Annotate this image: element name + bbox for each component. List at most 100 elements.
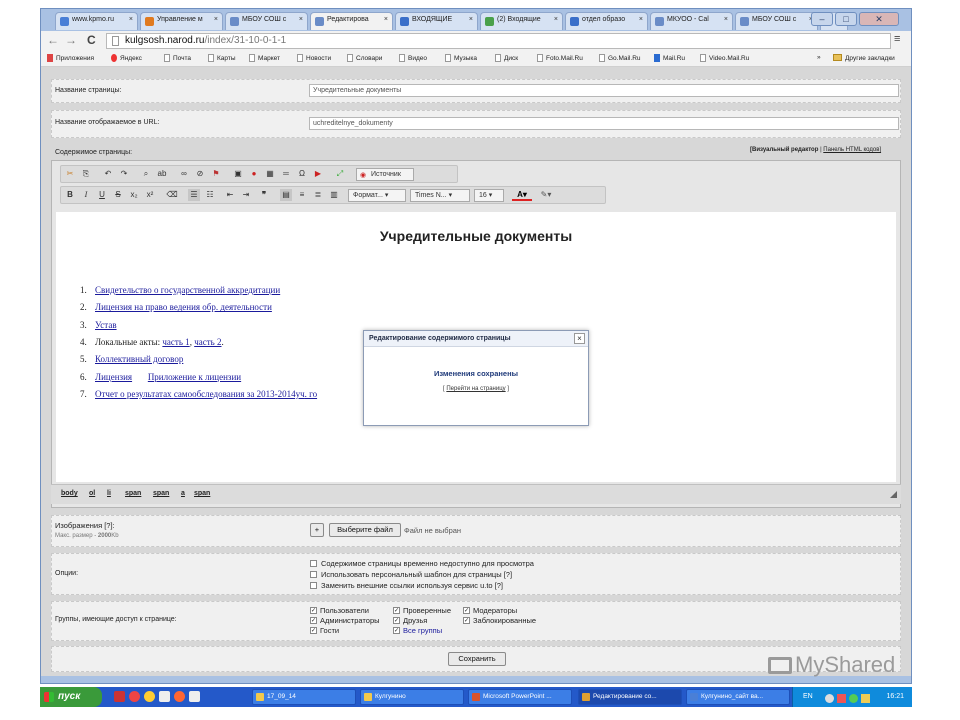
cut-icon[interactable]: ✂ xyxy=(64,168,76,180)
document-link[interactable]: Лицензия на право ведения обр. деятельно… xyxy=(95,302,272,312)
option-checkbox[interactable] xyxy=(310,560,317,567)
url-input[interactable]: uchreditelnye_dokumenty xyxy=(309,117,899,130)
close-tab-icon[interactable]: × xyxy=(469,16,473,23)
align-justify-icon[interactable]: ▥ xyxy=(328,189,340,201)
undo-icon[interactable]: ↶ xyxy=(102,168,114,180)
group-checkbox[interactable]: ✓ xyxy=(463,617,470,624)
close-icon[interactable]: × xyxy=(574,333,585,344)
font-select[interactable]: Times N... ▾ xyxy=(410,189,470,202)
app-icon[interactable] xyxy=(114,691,125,702)
visual-editor-link[interactable]: [Визуальный редактор xyxy=(750,147,818,153)
group-checkbox[interactable]: ✓ xyxy=(393,617,400,624)
bookmark-item[interactable]: Mail.Ru xyxy=(654,54,685,62)
document-link[interactable]: Свидетельство о государственной аккредит… xyxy=(95,285,280,295)
path-crumb[interactable]: span xyxy=(125,490,141,497)
bookmark-item[interactable]: Video.Mail.Ru xyxy=(700,54,749,62)
forward-icon[interactable]: → xyxy=(65,33,77,47)
source-button[interactable]: ◉ Источник xyxy=(356,168,414,181)
browser-icon[interactable] xyxy=(174,691,185,702)
path-crumb[interactable]: li xyxy=(107,490,111,497)
chrome-icon[interactable] xyxy=(144,691,155,702)
document-link[interactable]: часть 2 xyxy=(194,337,221,347)
align-left-icon[interactable]: ▤ xyxy=(280,189,292,201)
table-icon[interactable]: ▦ xyxy=(264,168,276,180)
bookmark-item[interactable]: Почта xyxy=(164,54,191,62)
other-bookmarks[interactable]: Другие закладки xyxy=(833,54,895,62)
bookmark-item[interactable]: Музыка xyxy=(445,54,477,62)
youtube-icon[interactable]: ▶ xyxy=(312,168,324,180)
path-crumb[interactable]: span xyxy=(194,490,210,497)
document-link[interactable]: . го xyxy=(305,389,317,399)
language-indicator[interactable]: EN xyxy=(803,687,813,707)
maximize-editor-icon[interactable]: ⤢ xyxy=(334,168,346,180)
option-checkbox[interactable] xyxy=(310,582,317,589)
tray-app-icon[interactable] xyxy=(825,694,834,703)
task-button[interactable]: Редактирование со... xyxy=(578,689,682,705)
choose-file-button[interactable]: Выберите файл xyxy=(329,523,401,537)
hr-icon[interactable]: ═ xyxy=(280,168,292,180)
bookmark-item[interactable]: Приложения xyxy=(47,54,94,62)
html-panel-link[interactable]: Панель HTML кодов] xyxy=(823,147,881,153)
resize-handle-icon[interactable] xyxy=(890,491,897,498)
address-bar[interactable]: kulgsosh.narod.ru/index/31-10-0-1-1 xyxy=(106,33,891,49)
browser-tab[interactable]: МБОУ СОШ с× xyxy=(225,12,308,30)
browser-tab[interactable]: МКУОО - Cal × xyxy=(650,12,733,30)
path-crumb[interactable]: a xyxy=(181,490,185,497)
browser-tab[interactable]: Редактирова × xyxy=(310,12,393,30)
maximize-button[interactable]: □ xyxy=(835,12,857,26)
find-icon[interactable]: ⌕ xyxy=(140,168,152,180)
go-to-page-link[interactable]: Перейти на страницу xyxy=(446,386,505,392)
flash-icon[interactable]: ● xyxy=(248,168,260,180)
document-link[interactable]: самообследования xyxy=(174,389,245,399)
tray-app-icon[interactable] xyxy=(837,694,846,703)
remove-format-icon[interactable]: ⌫ xyxy=(166,189,178,201)
bookmark-item[interactable]: Диск xyxy=(495,54,518,62)
task-button[interactable]: Кулгунино_сайт ва... xyxy=(686,689,790,705)
bookmark-item[interactable]: Foto.Mail.Ru xyxy=(537,54,583,62)
bulleted-list-icon[interactable]: ☷ xyxy=(204,189,216,201)
group-checkbox[interactable]: ✓ xyxy=(310,607,317,614)
close-tab-icon[interactable]: × xyxy=(554,16,558,23)
reload-icon[interactable]: C xyxy=(87,33,96,47)
redo-icon[interactable]: ↷ xyxy=(118,168,130,180)
text-color-icon[interactable]: A▾ xyxy=(512,189,532,201)
bookmark-item[interactable]: Go.Mail.Ru xyxy=(599,54,641,62)
document-link[interactable]: Отчет о результатах xyxy=(95,389,174,399)
document-link[interactable]: Лицензия xyxy=(95,372,132,382)
close-tab-icon[interactable]: × xyxy=(724,16,728,23)
menu-icon[interactable]: ≡ xyxy=(894,33,900,45)
special-char-icon[interactable]: Ω xyxy=(296,168,308,180)
add-image-button[interactable]: + xyxy=(310,523,324,537)
bookmark-item[interactable]: Видео xyxy=(399,54,427,62)
image-icon[interactable]: ▣ xyxy=(232,168,244,180)
unlink-icon[interactable]: ⊘ xyxy=(194,168,206,180)
close-tab-icon[interactable]: × xyxy=(214,16,218,23)
link-icon[interactable]: ∞ xyxy=(178,168,190,180)
size-select[interactable]: 16 ▾ xyxy=(474,189,504,202)
minimize-button[interactable]: – xyxy=(811,12,833,26)
path-crumb[interactable]: span xyxy=(153,490,169,497)
more-bookmarks-button[interactable]: » xyxy=(817,54,821,61)
browser-tab[interactable]: www.kpmo.ru × xyxy=(55,12,138,30)
align-center-icon[interactable]: ≡ xyxy=(296,189,308,201)
browser-tab[interactable]: МБОУ СОШ с× xyxy=(735,12,818,30)
tray-app-icon[interactable] xyxy=(861,694,870,703)
align-right-icon[interactable]: ≣ xyxy=(312,189,324,201)
outdent-icon[interactable]: ⇤ xyxy=(224,189,236,201)
document-link[interactable]: Приложение к лицензии xyxy=(148,372,241,382)
path-crumb[interactable]: ol xyxy=(89,490,95,497)
italic-icon[interactable]: I xyxy=(80,189,92,201)
bookmark-item[interactable]: Словари xyxy=(347,54,382,62)
anchor-icon[interactable]: ⚑ xyxy=(210,168,222,180)
task-button[interactable]: Microsoft PowerPoint ... xyxy=(468,689,572,705)
document-link[interactable]: за 2013- xyxy=(245,389,278,399)
path-crumb[interactable]: body xyxy=(61,490,78,497)
numbered-list-icon[interactable]: ☰ xyxy=(188,189,200,201)
group-checkbox[interactable]: ✓ xyxy=(310,627,317,634)
save-button[interactable]: Сохранить xyxy=(448,652,506,666)
background-color-icon[interactable]: ✎▾ xyxy=(536,189,556,201)
opera-icon[interactable] xyxy=(129,691,140,702)
document-link[interactable]: 2014уч xyxy=(278,389,305,399)
start-button[interactable]: пуск xyxy=(40,687,102,707)
close-tab-icon[interactable]: × xyxy=(639,16,643,23)
